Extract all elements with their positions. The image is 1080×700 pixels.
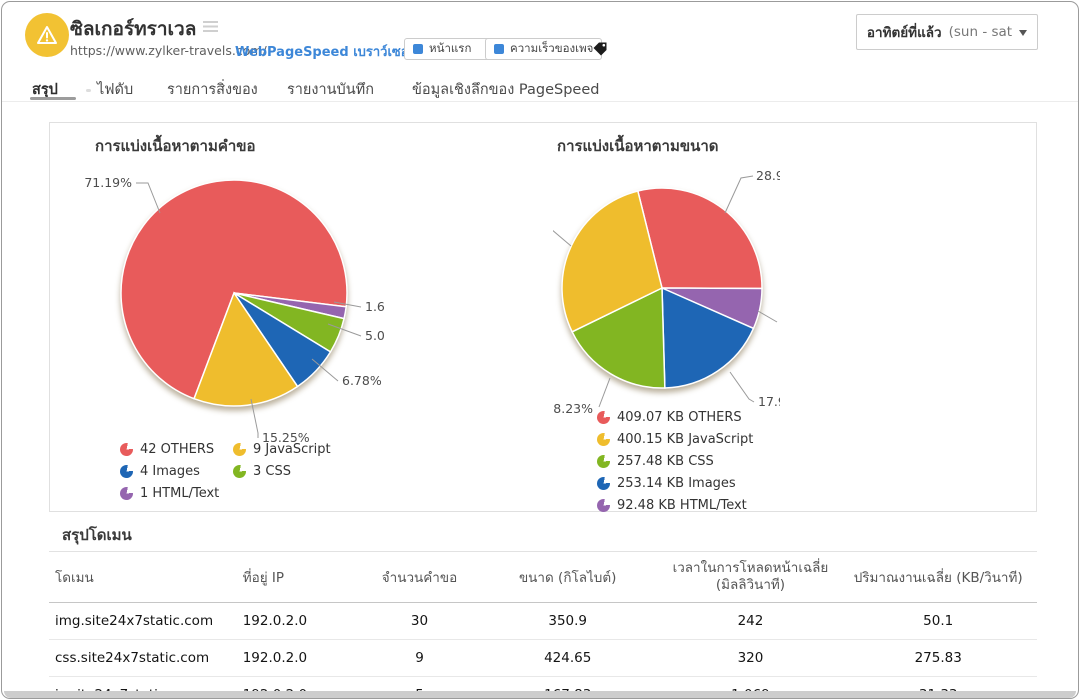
tabs-divider [2, 101, 1078, 102]
badge-label: ความเร็วของเพจ [510, 41, 594, 55]
warning-triangle-icon [37, 26, 57, 44]
horizontal-scrollbar[interactable] [4, 691, 1076, 698]
callout-label: 5.08% [365, 328, 385, 343]
col-size[interactable]: ขนาด (กิโลไบต์) [473, 551, 662, 603]
cell-requests: 9 [365, 639, 474, 677]
tag-icon[interactable] [592, 41, 608, 57]
legend-item: 400.15 KB JavaScript [597, 431, 797, 447]
legend-item: 409.07 KB OTHERS [597, 409, 797, 425]
pie-icon [120, 486, 133, 500]
legend-by-size: 409.07 KB OTHERS 400.15 KB JavaScript 25… [597, 409, 797, 513]
pie-icon [233, 464, 246, 478]
pie-icon [597, 432, 610, 446]
cell-requests: 30 [365, 602, 474, 640]
legend-by-request: 42 OTHERS 9 JavaScript 4 Images 3 CSS 1 … [120, 441, 393, 501]
monitor-warning-logo [25, 13, 69, 57]
cell-throughput: 50.1 [839, 602, 1037, 640]
legend-label: 3 CSS [253, 463, 291, 479]
date-range-selector[interactable]: อาทิตย์ที่แล้ว (sun - sat [856, 14, 1038, 50]
pie-icon [597, 476, 610, 490]
legend-item: 9 JavaScript [233, 441, 393, 457]
cell-load-time: 320 [661, 639, 840, 677]
callout-label: 71.19% [84, 175, 132, 190]
cell-size: 350.9 [473, 602, 662, 640]
legend-label: 92.48 KB HTML/Text [617, 497, 747, 513]
callout-label: 1.69% [365, 299, 385, 314]
content-breakdown-panel: การแบ่งเนื้อหาตามคำขอ การแบ่งเนื้อหาตามข… [49, 122, 1037, 513]
legend-label: 400.15 KB JavaScript [617, 431, 754, 447]
legend-item: 42 OTHERS [120, 441, 233, 457]
cell-domain: img.site24x7static.com [49, 602, 237, 640]
active-tab-underline [30, 97, 76, 100]
tab-outages[interactable]: ไฟดับ [97, 78, 133, 101]
callout-line [757, 310, 778, 323]
legend-label: 4 Images [140, 463, 200, 479]
col-requests[interactable]: จำนวนคำขอ [365, 551, 474, 603]
callout-line [729, 371, 755, 403]
hamburger-menu-icon[interactable] [203, 21, 218, 34]
blue-square-icon [494, 44, 504, 54]
table-row[interactable]: img.site24x7static.com 192.0.2.0 30 350.… [49, 602, 1037, 640]
table-header-row: โดเมน ที่อยู่ IP จำนวนคำขอ ขนาด (กิโลไบต… [49, 551, 1037, 603]
badge-label: หน้าแรก [429, 41, 472, 55]
legend-label: 42 OTHERS [140, 441, 215, 457]
callout-label: 18.23% [553, 401, 593, 416]
date-range-label: อาทิตย์ที่แล้ว [866, 25, 942, 41]
col-throughput[interactable]: ปริมาณงานเฉลี่ย (KB/วินาที) [839, 551, 1037, 603]
cell-ip: 192.0.2.0 [236, 639, 366, 677]
callout-label: 6.78% [342, 373, 382, 388]
pie-icon [233, 442, 246, 456]
legend-item: 3 CSS [233, 463, 393, 479]
pie-icon [597, 454, 610, 468]
callout-line [136, 182, 161, 214]
tab-inventory[interactable]: รายการสิ่งของ [167, 78, 258, 101]
table-row[interactable]: css.site24x7static.com 192.0.2.0 9 424.6… [49, 639, 1037, 677]
col-domain[interactable]: โดเมน [49, 551, 237, 603]
tab-status-dot [86, 89, 91, 92]
cell-throughput: 275.83 [839, 639, 1037, 677]
cell-load-time: 242 [661, 602, 840, 640]
pie-chart-by-request: 71.19%1.69%5.08%6.78%15.25% [62, 151, 385, 485]
col-load-time[interactable]: เวลาในการโหลดหน้าเฉลี่ย (มิลลิวินาที) [661, 551, 840, 603]
domain-summary-title: สรุปโดเมน [62, 526, 132, 544]
legend-label: 9 JavaScript [253, 441, 331, 457]
tab-pagespeed-insights[interactable]: ข้อมูลเชิงลึกของ PageSpeed [412, 78, 599, 101]
callout-label: 28.96% [756, 168, 780, 183]
legend-label: 1 HTML/Text [140, 485, 220, 501]
app-window: ซิลเกอร์ทราเวล https://www.zylker-travel… [1, 1, 1079, 699]
callout-line [598, 377, 611, 408]
callout-line [553, 230, 572, 247]
legend-item: 1 HTML/Text [120, 485, 233, 501]
legend-label: 253.14 KB Images [617, 475, 736, 491]
legend-item: 257.48 KB CSS [597, 453, 797, 469]
domain-summary-table: โดเมน ที่อยู่ IP จำนวนคำขอ ขนาด (กิโลไบต… [49, 551, 1037, 698]
pie-icon [597, 498, 610, 512]
callout-line [724, 175, 754, 214]
tab-log-report[interactable]: รายงานบันทึก [287, 78, 374, 101]
callout-label: 17.92% [758, 394, 780, 409]
pie-icon [120, 464, 133, 478]
cell-domain: css.site24x7static.com [49, 639, 237, 677]
page-title: ซิลเกอร์ทราเวล [70, 18, 197, 40]
blue-square-icon [413, 44, 423, 54]
monitor-type-link[interactable]: WebPageSpeed เบราว์เซอร์ () [235, 41, 432, 62]
legend-label: 409.07 KB OTHERS [617, 409, 742, 425]
legend-label: 257.48 KB CSS [617, 453, 714, 469]
pie-icon [120, 442, 133, 456]
legend-item: 4 Images [120, 463, 233, 479]
badge-page-speed[interactable]: ความเร็วของเพจ [485, 38, 603, 60]
pie-icon [597, 410, 610, 424]
cell-size: 424.65 [473, 639, 662, 677]
badge-home-page[interactable]: หน้าแรก [404, 38, 497, 60]
chevron-down-icon [1019, 30, 1028, 36]
date-range-detail: (sun - sat [948, 24, 1013, 40]
col-ip[interactable]: ที่อยู่ IP [236, 551, 366, 603]
cell-ip: 192.0.2.0 [236, 602, 366, 640]
legend-item: 92.48 KB HTML/Text [597, 497, 797, 513]
legend-item: 253.14 KB Images [597, 475, 797, 491]
